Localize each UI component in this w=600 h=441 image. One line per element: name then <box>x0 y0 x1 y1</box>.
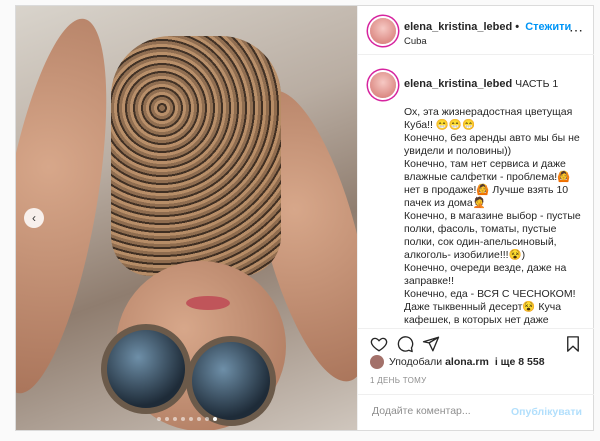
photo-lips <box>186 296 230 310</box>
carousel-dot <box>172 417 177 421</box>
author-username-line: elena_kristina_lebed • Стежити <box>404 21 571 33</box>
header-separator: • <box>515 21 520 33</box>
like-heart-icon[interactable] <box>370 335 388 353</box>
carousel-dot <box>180 417 185 421</box>
caption-text: Ох, эта жизнерадостная цветущая Куба!! 😁… <box>404 106 581 326</box>
author-avatar[interactable] <box>370 18 396 44</box>
likes-count[interactable]: і ще 8 558 <box>495 356 545 368</box>
save-bookmark-icon[interactable] <box>564 335 582 353</box>
comment-bubble-icon[interactable] <box>396 335 414 353</box>
carousel-dot <box>164 417 169 421</box>
post-actions <box>358 328 594 353</box>
liker-avatar[interactable] <box>370 355 384 369</box>
photo-swimsuit <box>111 36 281 276</box>
publish-button[interactable]: Опублікувати <box>511 406 582 418</box>
post-photo[interactable]: ‹ <box>16 6 357 430</box>
instagram-post: ‹ elena_kristina_lebed • Стежити Cuba ⋯ … <box>15 5 594 431</box>
carousel-dot <box>212 417 217 421</box>
share-paper-plane-icon[interactable] <box>422 335 440 353</box>
likes-summary: Уподобали alona.rm і ще 8 558 <box>370 355 548 369</box>
post-location[interactable]: Cuba <box>404 36 427 47</box>
caption-username[interactable]: elena_kristina_lebed <box>404 78 512 90</box>
author-username[interactable]: elena_kristina_lebed <box>404 21 512 33</box>
post-caption: elena_kristina_lebed ЧАСТЬ 1 Ох, эта жиз… <box>358 66 594 326</box>
carousel-dots <box>16 412 357 424</box>
comment-bar: Опублікувати <box>358 394 594 431</box>
caption-title: ЧАСТЬ 1 <box>515 78 559 90</box>
carousel-dot <box>156 417 161 421</box>
follow-button[interactable]: Стежити <box>525 21 571 33</box>
liker-username[interactable]: alona.rm <box>445 356 489 368</box>
carousel-prev-button[interactable]: ‹ <box>24 208 44 228</box>
post-header: elena_kristina_lebed • Стежити Cuba ⋯ <box>358 6 594 55</box>
carousel-dot <box>196 417 201 421</box>
post-timestamp[interactable]: 1 ДЕНЬ ТОМУ <box>370 376 426 385</box>
carousel-dot <box>188 417 193 421</box>
more-options-icon[interactable]: ⋯ <box>569 22 584 39</box>
carousel-dot <box>204 417 209 421</box>
comment-input[interactable] <box>370 404 524 418</box>
post-sidebar: elena_kristina_lebed • Стежити Cuba ⋯ el… <box>357 6 594 430</box>
photo-sunglasses-left-lens <box>101 324 191 414</box>
caption-header: elena_kristina_lebed ЧАСТЬ 1 <box>404 78 584 90</box>
caption-avatar[interactable] <box>370 72 396 98</box>
likes-prefix: Уподобали <box>389 356 443 368</box>
